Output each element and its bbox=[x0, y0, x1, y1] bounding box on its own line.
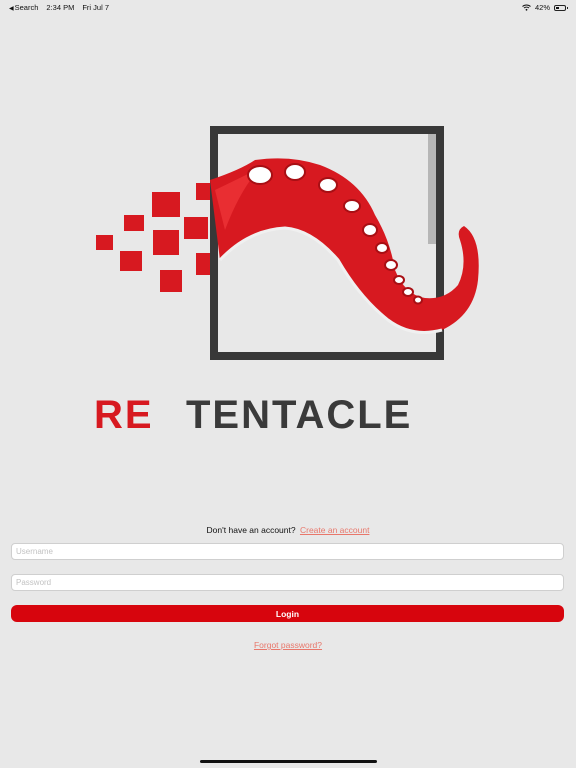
back-to-search[interactable]: ◀Search bbox=[9, 3, 38, 12]
home-indicator[interactable] bbox=[200, 760, 377, 763]
wifi-icon bbox=[522, 4, 531, 11]
battery-percent: 42% bbox=[534, 3, 550, 12]
back-label: Search bbox=[14, 3, 39, 12]
signup-prompt: Don't have an account? bbox=[206, 525, 296, 535]
username-input[interactable] bbox=[11, 543, 564, 560]
status-right: 42% bbox=[522, 3, 568, 12]
status-bar: ◀Search 2:34 PM Fri Jul 7 42% bbox=[0, 0, 576, 14]
status-time: 2:34 PM bbox=[46, 3, 75, 12]
battery-fill bbox=[556, 6, 560, 9]
battery-icon bbox=[554, 4, 568, 11]
status-left: ◀Search 2:34 PM Fri Jul 7 bbox=[9, 3, 109, 12]
status-date: Fri Jul 7 bbox=[82, 3, 109, 12]
wordmark-re: RE bbox=[94, 393, 154, 437]
wordmark: RE TENTACLE bbox=[94, 393, 412, 437]
pixel-squares bbox=[96, 183, 216, 292]
login-button[interactable]: Login bbox=[11, 605, 564, 622]
password-input[interactable] bbox=[11, 574, 564, 591]
retentacle-logo: RE TENTACLE bbox=[94, 126, 479, 437]
signup-line: Don't have an account? Create an account bbox=[0, 525, 576, 535]
create-account-link[interactable]: Create an account bbox=[300, 525, 369, 535]
forgot-password-link[interactable]: Forgot password? bbox=[0, 640, 576, 650]
wordmark-tentacle: TENTACLE bbox=[186, 393, 412, 437]
back-arrow-icon: ◀ bbox=[9, 6, 14, 12]
